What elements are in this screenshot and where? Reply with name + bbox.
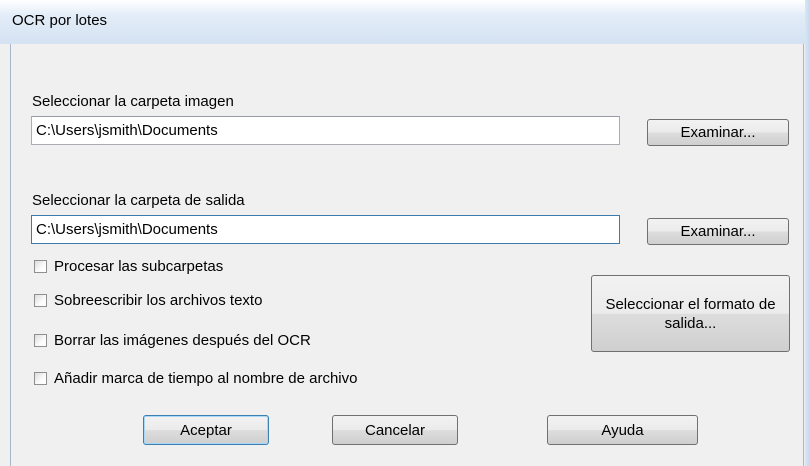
option-overwrite-text-files[interactable]: Sobreescribir los archivos texto (34, 292, 262, 309)
dialog-body: Seleccionar la carpeta imagen C:\Users\j… (10, 44, 804, 466)
select-output-format-button[interactable]: Seleccionar el formato de salida... (591, 275, 790, 352)
window-title: OCR por lotes (12, 12, 108, 29)
help-button[interactable]: Ayuda (547, 415, 698, 445)
add-timestamp-checkbox[interactable] (34, 372, 47, 385)
cancel-label: Cancelar (364, 421, 426, 439)
select-output-format-label: Seleccionar el formato de salida... (605, 295, 776, 332)
image-folder-browse-label: Examinar... (680, 124, 756, 141)
accept-button[interactable]: Aceptar (143, 415, 269, 445)
option-delete-images-after-ocr[interactable]: Borrar las imágenes después del OCR (34, 332, 311, 349)
image-folder-input[interactable]: C:\Users\jsmith\Documents (31, 116, 620, 145)
help-label: Ayuda (601, 421, 644, 439)
window-frame-edge (805, 0, 810, 466)
output-folder-browse-button[interactable]: Examinar... (647, 218, 789, 245)
delete-images-checkbox[interactable] (34, 334, 47, 347)
output-folder-browse-label: Examinar... (680, 223, 756, 240)
output-folder-label: Seleccionar la carpeta de salida (32, 192, 245, 209)
cancel-button[interactable]: Cancelar (332, 415, 458, 445)
add-timestamp-label: Añadir marca de tiempo al nombre de arch… (54, 370, 358, 387)
image-folder-browse-button[interactable]: Examinar... (647, 119, 789, 146)
output-folder-input[interactable]: C:\Users\jsmith\Documents (31, 215, 620, 244)
process-subfolders-checkbox[interactable] (34, 260, 47, 273)
image-folder-label: Seleccionar la carpeta imagen (32, 93, 234, 110)
process-subfolders-label: Procesar las subcarpetas (54, 258, 224, 275)
title-bar[interactable]: OCR por lotes (0, 0, 810, 44)
option-add-timestamp[interactable]: Añadir marca de tiempo al nombre de arch… (34, 370, 358, 387)
delete-images-label: Borrar las imágenes después del OCR (54, 332, 311, 349)
option-process-subfolders[interactable]: Procesar las subcarpetas (34, 258, 223, 275)
overwrite-text-files-label: Sobreescribir los archivos texto (54, 292, 263, 309)
accept-label: Aceptar (180, 421, 232, 439)
overwrite-text-files-checkbox[interactable] (34, 294, 47, 307)
batch-ocr-dialog: OCR por lotes Seleccionar la carpeta ima… (0, 0, 810, 466)
